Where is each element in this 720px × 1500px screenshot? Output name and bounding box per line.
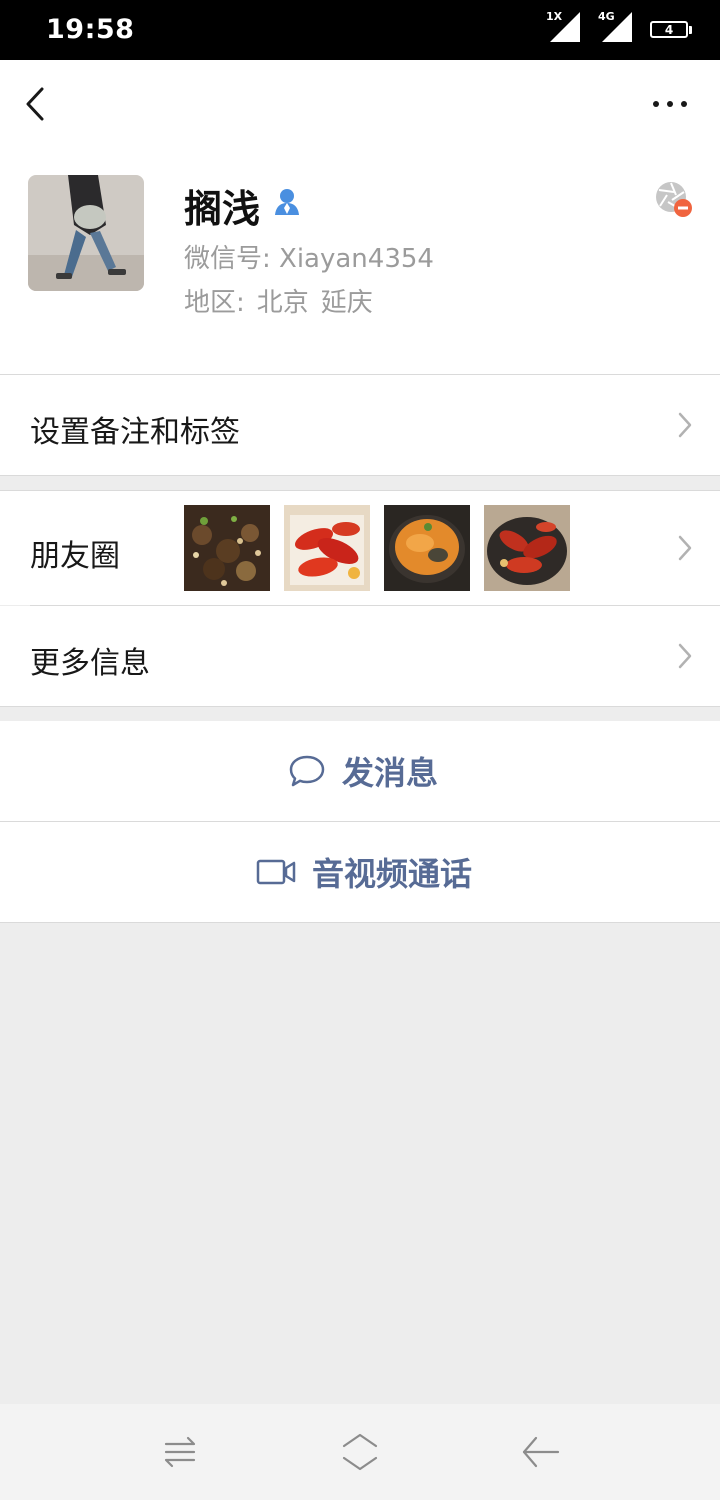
chevron-right-icon (678, 643, 692, 669)
moments-label: 朋友圈 (30, 539, 120, 574)
divider (0, 475, 720, 476)
more-info-label: 更多信息 (30, 646, 150, 681)
system-nav-bar (0, 1404, 720, 1500)
chevron-right-icon (678, 412, 692, 438)
chevron-left-icon[interactable] (22, 86, 48, 122)
moments-photo (484, 505, 570, 591)
moments-row[interactable]: 朋友圈 (0, 491, 720, 605)
moments-photo (384, 505, 470, 591)
moments-photo (284, 505, 370, 591)
region: 地区: 北京 延庆 (184, 282, 373, 319)
region-city: 北京 (256, 288, 309, 318)
status-bar: 19:58 1X 4G 4 (0, 0, 720, 60)
send-message-button[interactable]: 发消息 (0, 721, 720, 821)
region-label: 地区: (184, 288, 245, 318)
signal-icon (550, 12, 580, 42)
battery-indicator: 4 (650, 21, 688, 38)
back-nav-icon[interactable] (520, 1434, 560, 1470)
contact-name: 搁浅 (184, 187, 261, 231)
remark-tags-label: 设置备注和标签 (30, 415, 240, 450)
region-district: 延庆 (320, 288, 373, 318)
more-info-row[interactable]: 更多信息 (0, 606, 720, 706)
friend-badge-icon (275, 189, 299, 215)
wechat-id: 微信号: Xiayan4354 (184, 244, 434, 274)
divider (0, 922, 720, 923)
send-message-label: 发消息 (342, 754, 439, 792)
remark-tags-row[interactable]: 设置备注和标签 (0, 375, 720, 475)
recent-apps-icon[interactable] (162, 1434, 198, 1470)
chevron-right-icon (678, 535, 692, 561)
home-icon[interactable] (340, 1432, 380, 1472)
chat-bubble-icon (289, 755, 325, 787)
status-time: 19:58 (46, 14, 135, 45)
avatar[interactable] (28, 175, 144, 291)
moments-hidden-icon (656, 182, 692, 217)
more-horizontal-icon[interactable] (650, 96, 690, 112)
video-call-button[interactable]: 音视频通话 (0, 822, 720, 922)
signal-4g-icon (602, 12, 632, 42)
moments-photo (184, 505, 270, 591)
video-call-label: 音视频通话 (312, 855, 473, 893)
divider (0, 706, 720, 707)
battery-tip (689, 26, 692, 34)
video-camera-icon (256, 859, 296, 885)
